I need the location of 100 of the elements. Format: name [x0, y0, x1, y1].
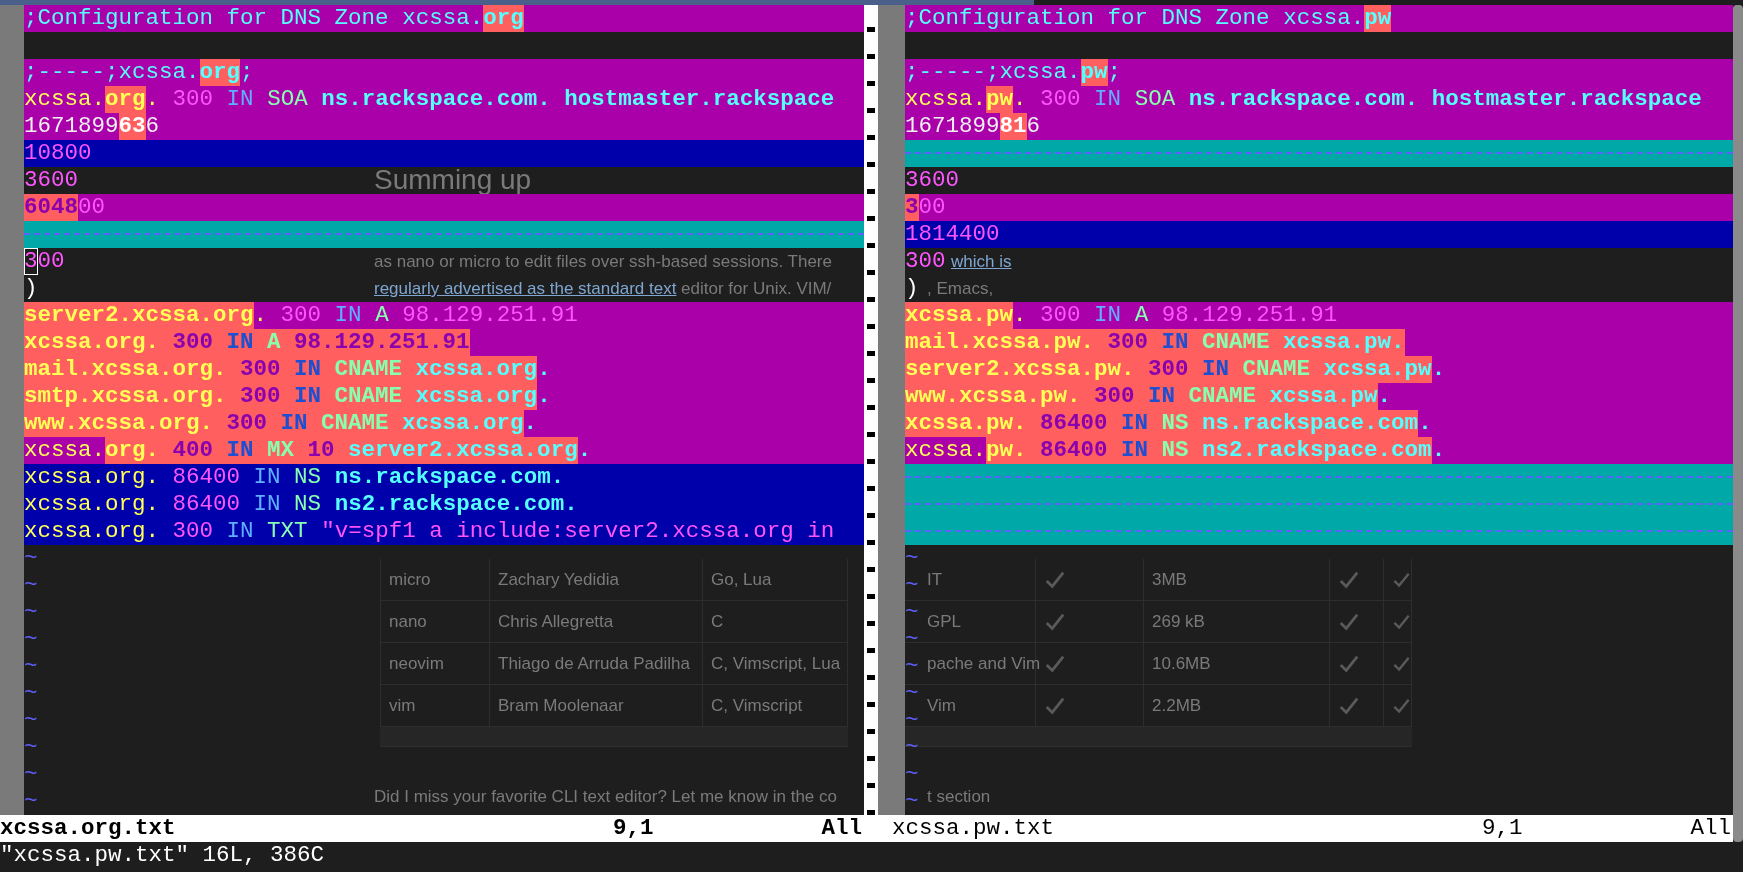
record-class-text: IN	[1094, 86, 1122, 113]
checkmark-icon	[1338, 569, 1360, 591]
target-host-text: .	[1377, 383, 1392, 410]
diff-highlight: org	[105, 86, 146, 113]
diff-highlight: xcssa.pw	[1323, 356, 1432, 383]
diff-highlight: org	[483, 5, 524, 32]
serial-number-text: 6	[1026, 113, 1041, 140]
checkmark-icon	[1044, 653, 1066, 675]
number-text: 86400	[172, 491, 241, 518]
number-text: 300	[172, 518, 214, 545]
article-text: editor for Unix. VIM/	[680, 278, 832, 300]
comment-text: ;Configuration	[24, 5, 214, 32]
command-line-message: "xcssa.pw.txt" 16L, 386C	[0, 840, 325, 870]
diff-highlight: server2.xcssa.org	[348, 437, 578, 464]
number-text: 00	[78, 194, 106, 221]
empty-line-tilde: ~	[24, 572, 38, 598]
diff-highlight: www.xcssa.org.	[24, 410, 227, 437]
article-text: t section	[927, 786, 991, 808]
empty-line-tilde: ~	[24, 734, 38, 760]
domain-name-text: .	[253, 302, 268, 329]
diff-highlight: pw.	[986, 437, 1041, 464]
number-text: 1814400	[905, 221, 1000, 248]
empty-line-tilde: ~	[24, 707, 38, 733]
number-text: 300	[172, 86, 214, 113]
diff-highlight: CNAME	[1188, 383, 1270, 410]
checkmark-icon	[1044, 695, 1066, 717]
diff-highlight: 81	[999, 113, 1027, 140]
diff-highlight: 10	[307, 437, 349, 464]
empty-line-tilde: ~	[905, 707, 919, 733]
domain-name-text: xcssa.	[905, 437, 986, 464]
comment-text: ;	[240, 59, 254, 86]
diff-highlight: CNAME	[334, 356, 416, 383]
cursor-character: 3	[24, 248, 38, 275]
number-text: 00	[37, 248, 65, 275]
target-host-text: hostmaster.rackspace	[1431, 86, 1702, 113]
empty-line-tilde: ~	[24, 599, 38, 625]
number-text: 86400	[172, 464, 241, 491]
record-type-text: SOA	[1134, 86, 1176, 113]
domain-name-text: xcssa.org.	[24, 518, 160, 545]
target-host-text: .	[1418, 410, 1432, 437]
number-text: 300	[280, 302, 322, 329]
table-cell-text: vim	[389, 695, 416, 718]
scroll-position: All	[821, 813, 863, 843]
number-text: 300	[1040, 86, 1081, 113]
serial-number-text: 1671899	[24, 113, 119, 140]
table-cell-text: 269 kB	[1152, 611, 1205, 634]
diff-highlight: IN	[226, 329, 268, 356]
table-cell-text: IT	[927, 569, 943, 592]
comment-text: DNS	[1161, 5, 1203, 32]
diff-highlight: CNAME	[321, 410, 403, 437]
article-link[interactable]: which is	[951, 250, 1012, 274]
target-host-text: .	[1431, 356, 1446, 383]
diff-highlight: xcssa.pw	[905, 302, 1014, 329]
diff-highlight: xcssa.org	[402, 410, 524, 437]
comment-text: ;-----;xcssa.	[24, 59, 200, 86]
empty-line-tilde: ~	[905, 680, 919, 706]
serial-number-text: 6	[145, 113, 160, 140]
record-class-text: IN	[253, 491, 281, 518]
checkmark-icon	[1044, 569, 1066, 591]
diff-highlight: 98.129.251.91	[294, 329, 470, 356]
diff-highlight: 300	[226, 410, 281, 437]
empty-line-tilde: ~	[24, 653, 38, 679]
string-text: "v=spf1	[321, 518, 416, 545]
diff-highlight: 300	[1094, 383, 1149, 410]
empty-line-tilde: ~	[905, 734, 919, 760]
diff-highlight: CNAME	[334, 383, 416, 410]
diff-highlight: 300	[172, 329, 227, 356]
target-host-text: ns2.rackspace.com.	[334, 491, 578, 518]
article-link[interactable]: regularly advertised as the standard text	[374, 277, 677, 301]
domain-name-text: .	[145, 86, 160, 113]
record-class-text: IN	[226, 86, 254, 113]
record-class-text: IN	[334, 302, 362, 329]
diff-highlight: IN	[1161, 329, 1203, 356]
comment-text: xcssa.	[1283, 5, 1365, 32]
number-text: 3600	[905, 167, 959, 194]
empty-line-tilde: ~	[905, 761, 919, 787]
domain-name-text: xcssa.	[24, 437, 105, 464]
empty-line-tilde: ~	[905, 788, 919, 814]
number-text: 300	[1040, 302, 1081, 329]
string-text: in	[807, 518, 835, 545]
diff-highlight: server2.xcssa.org	[24, 302, 254, 329]
comment-text: Zone	[1215, 5, 1270, 32]
diff-highlight: ns.rackspace.com	[1202, 410, 1419, 437]
diff-highlight: xcssa.org	[415, 356, 538, 383]
table-cell-text: Go, Lua	[711, 569, 772, 592]
comment-text: ;	[1107, 59, 1122, 86]
cursor-position: 9,1	[612, 813, 654, 843]
record-type-text: A	[375, 302, 389, 329]
table-cell-text: C, Vimscript, Lua	[711, 653, 841, 676]
record-type-text: A	[1134, 302, 1149, 329]
diff-highlight: IN	[1121, 410, 1162, 437]
diff-highlight: IN	[1148, 383, 1189, 410]
diff-highlight: IN	[294, 356, 335, 383]
file-name: xcssa.pw.txt	[891, 813, 1056, 843]
diff-highlight: 86400	[1040, 410, 1122, 437]
diff-highlight: xcssa.org.	[24, 329, 173, 356]
comment-text: DNS	[280, 5, 322, 32]
diff-highlight: IN	[1121, 437, 1162, 464]
table-cell-text: C	[711, 611, 724, 634]
comment-text: ;Configuration	[905, 5, 1095, 32]
